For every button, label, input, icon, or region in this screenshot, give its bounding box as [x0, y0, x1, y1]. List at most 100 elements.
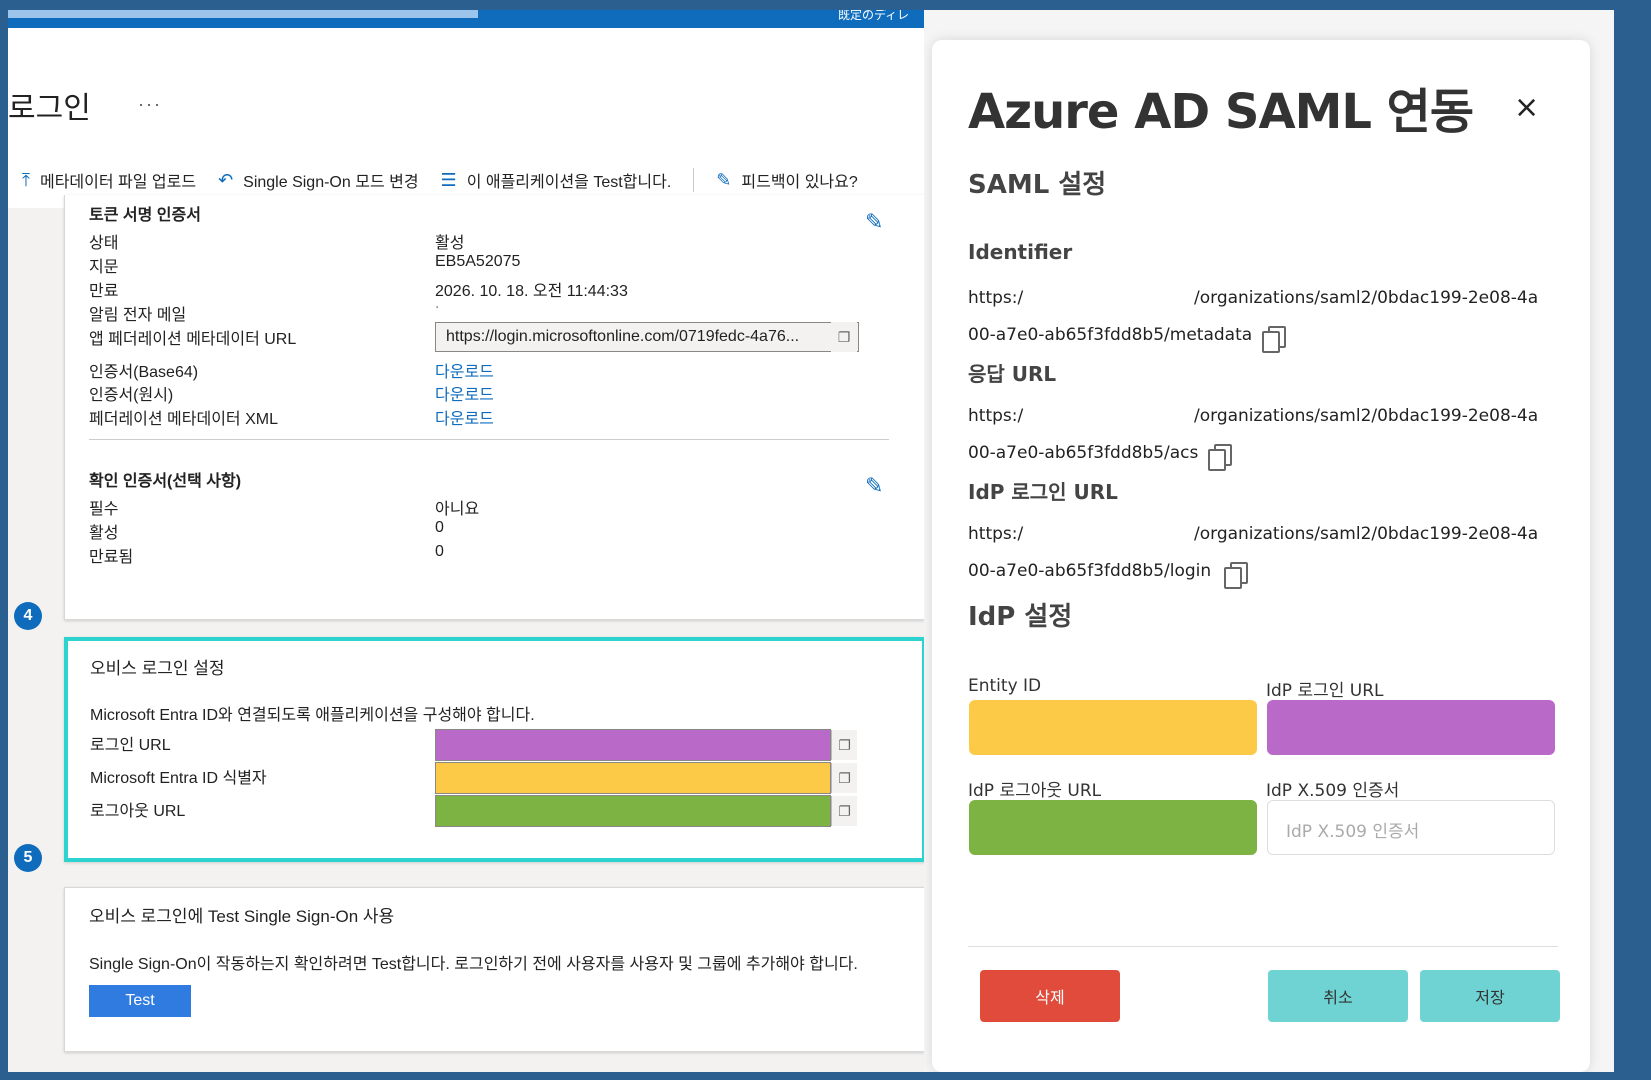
- cancel-button[interactable]: 취소: [1268, 970, 1408, 1022]
- edit-icon[interactable]: ✎: [865, 209, 883, 235]
- change-sso-mode-button[interactable]: ↶ Single Sign-On 모드 변경: [218, 168, 418, 192]
- download-link[interactable]: 다운로드: [435, 405, 494, 429]
- cert-row-value: 2026. 10. 18. 오전 11:44:33: [435, 283, 628, 300]
- reply-url-prefix: https:/: [968, 406, 1024, 426]
- modal-title: Azure AD SAML 연동: [968, 84, 1474, 140]
- section-divider: [89, 439, 889, 440]
- entity-id-label: Entity ID: [968, 676, 1042, 696]
- loading-progress: [8, 10, 478, 18]
- azure-portal-panel: 既定のディレ 로그인 ··· ⤒ 메타데이터 파일 업로드 ↶ Single S…: [8, 10, 930, 1072]
- reply-url-path: /organizations/saml2/0bdac199-2e08-4a: [1194, 406, 1539, 426]
- more-options-button[interactable]: ···: [138, 94, 162, 115]
- verify-row-value: 0: [435, 543, 444, 560]
- metadata-url-label: 앱 페더레이션 메타데이터 URL: [89, 331, 297, 348]
- footer-divider: [968, 946, 1558, 947]
- cert-row-label: 상태: [89, 235, 119, 252]
- cert-row-label: 알림 전자 메일: [89, 307, 187, 324]
- entity-id-input[interactable]: [969, 700, 1257, 755]
- copy-icon[interactable]: [1224, 562, 1248, 589]
- feedback-label: 피드백이 있나요?: [741, 174, 858, 191]
- step5-title: 오비스 로그인에 Test Single Sign-On 사용: [89, 907, 395, 926]
- portal-top-bar: 既定のディレ: [8, 10, 930, 28]
- logout-url-field[interactable]: [435, 795, 831, 827]
- feedback-button[interactable]: ✎ 피드백이 있나요?: [716, 168, 857, 192]
- cert-row-value: .: [435, 295, 440, 312]
- upload-icon: ⤒: [22, 169, 30, 190]
- idp-login-url-field-label: IdP 로그인 URL: [1266, 681, 1384, 701]
- metadata-url-field[interactable]: https://login.microsoftonline.com/0719fe…: [435, 322, 859, 352]
- idp-logout-url-label: IdP 로그아웃 URL: [968, 781, 1102, 801]
- page-title: 로그인: [8, 92, 91, 125]
- modal-backdrop: Azure AD SAML 연동 × SAML 설정 Identifier ht…: [924, 10, 1614, 1072]
- login-url-label: 로그인 URL: [90, 737, 171, 754]
- download-row-label: 인증서(Base64): [89, 364, 199, 381]
- reply-url-suffix: 00-a7e0-ab65f3fdd8b5/acs: [968, 443, 1199, 463]
- verify-row-label: 활성: [89, 525, 119, 542]
- verification-cert-title: 확인 인증서(선택 사항): [89, 473, 242, 490]
- copy-icon[interactable]: ❐: [831, 322, 857, 352]
- download-row-label: 페더레이션 메타데이터 XML: [89, 411, 278, 428]
- cert-row-label: 지문: [89, 259, 119, 276]
- delete-button[interactable]: 삭제: [980, 970, 1120, 1022]
- app-login-setup-card: 오비스 로그인 설정 Microsoft Entra ID와 연결되도록 애플리…: [64, 637, 926, 862]
- verify-row-value: 아니요: [435, 501, 480, 518]
- identifier-url-path: /organizations/saml2/0bdac199-2e08-4a: [1194, 288, 1539, 308]
- step4-description: Microsoft Entra ID와 연결되도록 애플리케이션을 구성해야 합…: [90, 707, 535, 724]
- upload-metadata-button[interactable]: ⤒ 메타데이터 파일 업로드: [22, 168, 196, 192]
- verify-row-label: 필수: [89, 501, 119, 518]
- undo-icon: ↶: [218, 169, 234, 190]
- cert-row-value: 활성: [435, 235, 465, 252]
- list-icon: ☰: [440, 169, 457, 190]
- step4-title: 오비스 로그인 설정: [90, 659, 225, 678]
- saml-certificates-card: 토큰 서명 인증서 ✎ 상태 활성 지문 EB5A52075 만료 2026. …: [64, 195, 930, 620]
- test-sso-card: 오비스 로그인에 Test Single Sign-On 사용 Single S…: [64, 887, 930, 1052]
- step-number-badge: 4: [14, 602, 42, 630]
- cert-row-label: 만료: [89, 283, 119, 300]
- idp-login-url-input[interactable]: [1267, 700, 1555, 755]
- entra-identifier-label: Microsoft Entra ID 식별자: [90, 770, 267, 787]
- edit-icon[interactable]: ✎: [865, 473, 883, 499]
- cert-row-value: EB5A52075: [435, 253, 521, 270]
- idp-x509-cert-input[interactable]: IdP X.509 인증서: [1267, 800, 1555, 855]
- identifier-label: Identifier: [968, 240, 1073, 264]
- saml-settings-heading: SAML 설정: [968, 170, 1107, 200]
- step-number-badge: 5: [14, 844, 42, 872]
- reply-url-label: 응답 URL: [968, 362, 1057, 386]
- feedback-icon: ✎: [716, 169, 732, 190]
- verify-row-label: 만료됨: [89, 549, 134, 566]
- change-sso-mode-label: Single Sign-On 모드 변경: [243, 174, 419, 191]
- download-row-label: 인증서(원시): [89, 387, 174, 404]
- test-button[interactable]: Test: [89, 985, 191, 1017]
- entra-identifier-field[interactable]: [435, 762, 831, 794]
- idp-login-url-prefix: https:/: [968, 524, 1024, 544]
- idp-login-url-suffix: 00-a7e0-ab65f3fdd8b5/login: [968, 561, 1212, 581]
- step5-description: Single Sign-On이 작동하는지 확인하려면 Test합니다. 로그인…: [89, 956, 858, 973]
- copy-icon[interactable]: [1262, 326, 1286, 353]
- idp-login-url-label: IdP 로그인 URL: [968, 480, 1118, 504]
- login-url-field[interactable]: [435, 729, 831, 761]
- save-button[interactable]: 저장: [1420, 970, 1560, 1022]
- test-application-label: 이 애플리케이션을 Test합니다.: [466, 174, 672, 191]
- page-header: 로그인 ··· ⤒ 메타데이터 파일 업로드 ↶ Single Sign-On …: [8, 28, 930, 208]
- idp-settings-heading: IdP 설정: [968, 602, 1073, 632]
- identifier-url-prefix: https:/: [968, 288, 1024, 308]
- test-application-button[interactable]: ☰ 이 애플리케이션을 Test합니다.: [441, 168, 672, 192]
- download-link[interactable]: 다운로드: [435, 381, 494, 405]
- copy-icon[interactable]: [1208, 444, 1232, 471]
- identifier-url-suffix: 00-a7e0-ab65f3fdd8b5/metadata: [968, 325, 1253, 345]
- download-link[interactable]: 다운로드: [435, 358, 494, 382]
- idp-x509-cert-label: IdP X.509 인증서: [1266, 781, 1400, 801]
- copy-icon[interactable]: ❐: [831, 730, 857, 760]
- verify-row-value: 0: [435, 519, 444, 536]
- logout-url-label: 로그아웃 URL: [90, 803, 186, 820]
- token-signing-cert-title: 토큰 서명 인증서: [89, 207, 201, 224]
- idp-login-url-path: /organizations/saml2/0bdac199-2e08-4a: [1194, 524, 1539, 544]
- command-bar: ⤒ 메타데이터 파일 업로드 ↶ Single Sign-On 모드 변경 ☰ …: [22, 168, 880, 192]
- saml-integration-modal: Azure AD SAML 연동 × SAML 설정 Identifier ht…: [932, 40, 1590, 1072]
- copy-icon[interactable]: ❐: [831, 796, 857, 826]
- copy-icon[interactable]: ❐: [831, 763, 857, 793]
- idp-logout-url-input[interactable]: [969, 800, 1257, 855]
- upload-metadata-label: 메타데이터 파일 업로드: [39, 174, 197, 191]
- close-icon[interactable]: ×: [1514, 90, 1539, 125]
- toolbar-divider: [693, 168, 695, 192]
